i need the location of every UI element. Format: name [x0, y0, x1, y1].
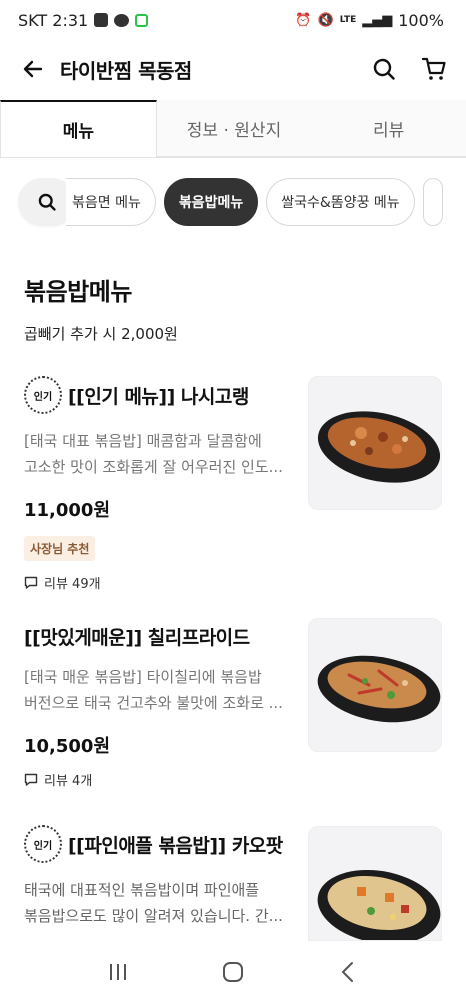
gallery-notification-icon	[94, 13, 109, 27]
popular-badge: 인기	[24, 376, 62, 414]
item-description-line: [태국 대표 볶음밥] 매콤함과 달콤함에	[24, 432, 262, 450]
menu-item-photo[interactable]	[308, 618, 442, 752]
chevron-left-icon	[341, 962, 354, 982]
home-button[interactable]	[213, 952, 253, 992]
item-description: [태국 매운 볶음밥] 타이칠리에 볶음밥 버전으로 태국 건고추와 불맛에 조…	[24, 664, 294, 716]
arrow-left-icon	[23, 60, 43, 78]
search-button[interactable]	[370, 55, 398, 83]
tab-reviews[interactable]: 리뷰	[311, 100, 466, 157]
item-name: [[파인애플 볶음밥]] 카오팟	[68, 834, 283, 857]
menu-item-photo[interactable]	[308, 376, 442, 510]
home-icon	[222, 962, 243, 982]
cart-icon	[421, 57, 446, 80]
popular-badge: 인기	[24, 825, 62, 863]
tab-bar: 메뉴 정보 · 원산지 리뷰	[0, 100, 466, 158]
battery-level: 100%	[398, 10, 444, 30]
chip-pho-tomyum-menu[interactable]: 쌀국수&똠양꿍 메뉴	[266, 178, 415, 226]
status-left: SKT 2:31	[18, 10, 149, 30]
recent-apps-icon	[109, 964, 126, 980]
review-count-label: 리뷰 49개	[44, 577, 101, 592]
item-description-line: 볶음밥으로도 많이 알려져 있습니다. 간...	[24, 907, 283, 925]
search-icon	[38, 193, 56, 211]
tab-menu[interactable]: 메뉴	[0, 100, 157, 157]
nasi-goreng-image	[317, 411, 441, 483]
signal-icon: ▂▄▆	[362, 12, 393, 28]
system-back-button[interactable]	[328, 952, 368, 992]
recent-apps-button[interactable]	[98, 952, 138, 992]
chip-fried-noodle-menu[interactable]: 볶음면 메뉴	[66, 178, 156, 226]
status-right: ⏰ 🔇 LTE ▂▄▆ 100%	[295, 11, 444, 30]
system-navigation-bar	[0, 945, 466, 999]
chip-fried-rice-menu[interactable]: 볶음밥메뉴	[163, 178, 259, 226]
back-button[interactable]	[18, 54, 48, 84]
cart-button[interactable]	[420, 55, 448, 83]
pineapple-fried-rice-image	[317, 869, 441, 940]
alarm-icon: ⏰	[295, 12, 312, 28]
item-description: [태국 대표 볶음밥] 매콤함과 달콤함에 고소한 맛이 조화롭게 잘 어우러진…	[24, 428, 294, 480]
mute-icon: 🔇	[317, 12, 334, 28]
lte-icon: LTE	[339, 15, 357, 25]
carrier-time: SKT 2:31	[18, 10, 89, 30]
app-notification-icon	[135, 13, 149, 27]
page-title: 타이반찜 목동점	[60, 58, 192, 83]
tab-info-origin[interactable]: 정보 · 원산지	[156, 100, 312, 157]
item-description-line: [태국 매운 볶음밥] 타이칠리에 볶음밥	[24, 668, 262, 686]
app-header: 타이반찜 목동점	[0, 40, 466, 98]
item-name: [[맛있게매운]] 칠리프라이드	[24, 626, 250, 649]
chip-next-partial[interactable]	[422, 178, 443, 226]
item-description-line: 고소한 맛이 조화롭게 잘 어우러진 인도...	[24, 458, 283, 476]
search-icon	[373, 58, 395, 80]
item-description: 태국에 대표적인 볶음밥이며 파인애플 볶음밥으로도 많이 알려져 있습니다. …	[24, 877, 294, 929]
review-count: 리뷰 49개	[24, 573, 442, 592]
owner-recommend-badge: 사장님 추천	[24, 536, 96, 561]
item-name: [[인기 메뉴]] 나시고랭	[68, 385, 249, 408]
status-bar: SKT 2:31 ⏰ 🔇 LTE ▂▄▆ 100%	[0, 0, 466, 40]
section-description: 곱빼기 추가 시 2,000원	[24, 325, 178, 343]
comment-icon	[24, 576, 38, 589]
comment-icon	[24, 773, 38, 786]
item-description-line: 태국에 대표적인 볶음밥이며 파인애플	[24, 881, 260, 899]
review-count: 리뷰 4개	[24, 770, 442, 789]
header-actions	[370, 55, 448, 83]
item-description-line: 버전으로 태국 건고추와 불맛에 조화로 ...	[24, 694, 283, 712]
talk-notification-icon	[114, 13, 130, 27]
menu-item-photo[interactable]	[308, 826, 442, 941]
category-chip-bar: 볶음면 메뉴 볶음밥메뉴 쌀국수&똠양꿍 메뉴	[0, 172, 466, 232]
section-title: 볶음밥메뉴	[24, 278, 132, 306]
review-count-label: 리뷰 4개	[44, 774, 93, 789]
chili-fried-rice-image	[317, 655, 441, 723]
